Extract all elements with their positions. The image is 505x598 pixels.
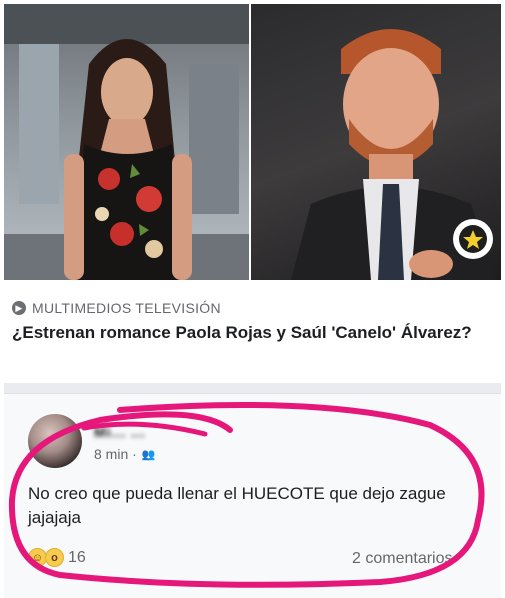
screenshot-frame: ▶ MULTIMEDIOS TELEVISIÓN ¿Estrenan roman… xyxy=(0,0,505,598)
article-source[interactable]: ▶ MULTIMEDIOS TELEVISIÓN xyxy=(12,300,221,316)
comments-count-link[interactable]: 2 comentarios xyxy=(352,550,453,568)
comment-meta: 8 min · 👥 xyxy=(94,446,156,462)
article-image[interactable] xyxy=(4,4,501,280)
section-divider xyxy=(4,383,501,393)
publisher-icon: ▶ xyxy=(12,301,26,315)
avatar[interactable] xyxy=(28,414,82,468)
photo-woman xyxy=(4,4,249,280)
commenter-name[interactable]: Mi... ... xyxy=(94,424,146,440)
wow-emoji-icon: o xyxy=(45,548,64,567)
comment-timestamp[interactable]: 8 min · xyxy=(94,446,137,462)
reactions-count: 16 xyxy=(68,548,86,566)
source-label: MULTIMEDIOS TELEVISIÓN xyxy=(32,300,221,316)
reaction-summary[interactable]: ☺ o 16 xyxy=(28,548,86,567)
photo-man xyxy=(251,4,501,280)
comment-body: No creo que pueda llenar el HUECOTE que … xyxy=(28,484,446,527)
article-headline[interactable]: ¿Estrenan romance Paola Rojas y Saúl 'Ca… xyxy=(12,322,482,344)
friends-audience-icon: 👥 xyxy=(141,448,156,461)
